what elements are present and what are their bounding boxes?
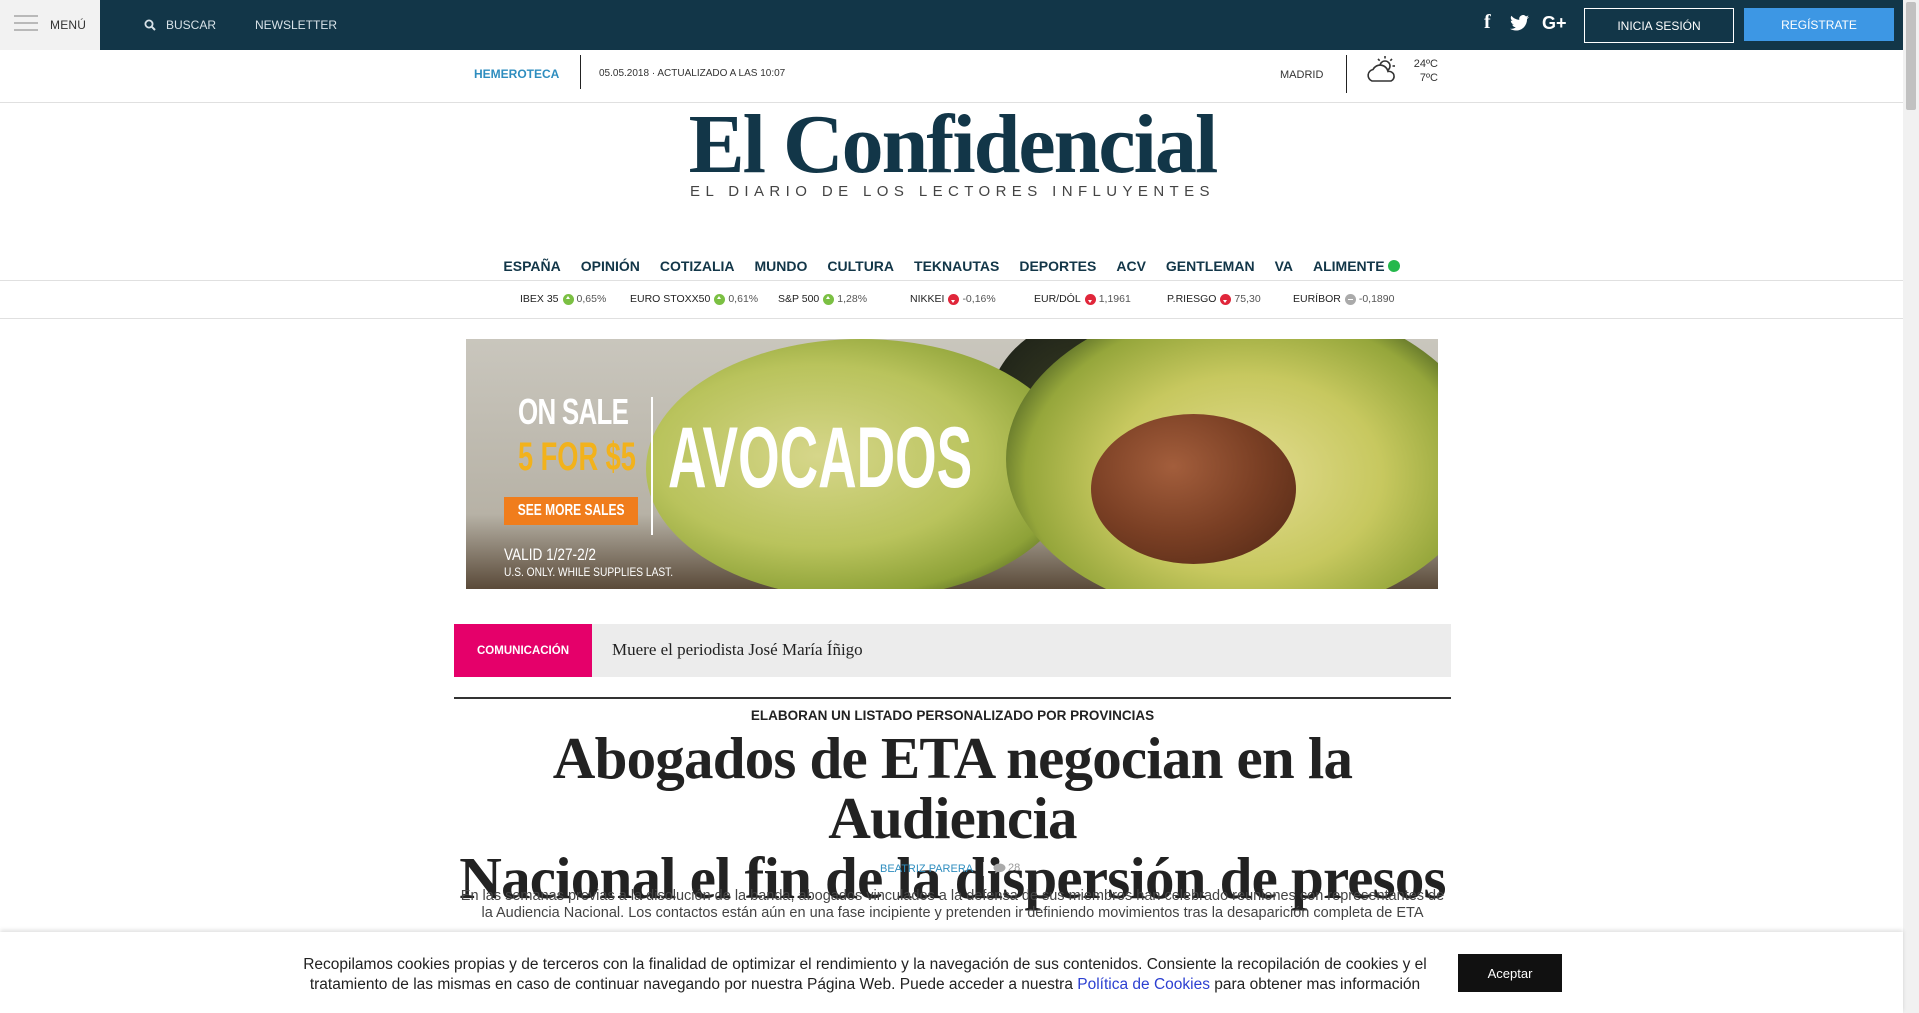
nav-item-gentleman[interactable]: GENTLEMAN [1156,252,1265,280]
menu-label[interactable]: MENÚ [50,18,86,32]
market-item-euribor[interactable]: EURÍBOR -0,1890 [1293,293,1394,305]
cookie-text-end: para obtener mas información [1209,976,1421,993]
ad-valid: VALID 1/27-2/2 [504,545,596,564]
article-divider [454,697,1451,699]
article-headline[interactable]: Abogados de ETA negocian en la Audiencia… [440,728,1465,908]
up-arrow-icon [823,293,835,305]
ad-on-sale: ON SALE [518,391,629,432]
ad-divider [651,397,653,535]
market-value: -0,16% [962,293,996,305]
market-item-ibex[interactable]: IBEX 35 0,65% [520,293,606,305]
ad-offer: 5 FOR $5 [518,435,636,479]
down-arrow-icon [948,293,960,305]
cookie-banner: Recopilamos cookies propias y de tercero… [0,932,1903,1013]
ad-cta-label[interactable]: SEE MORE SALES [518,502,625,520]
article-lead: En las semanas previas a la disolución d… [460,888,1445,921]
market-item-priesgo[interactable]: P.RIESGO 75,30 [1167,293,1261,305]
market-item-eurdol[interactable]: EUR/DÓL 1,1961 [1034,293,1131,305]
market-value: 75,30 [1234,293,1261,305]
avocado-seed-image [1091,414,1296,564]
hamburger-icon[interactable] [14,15,38,35]
market-value: 1,28% [837,293,868,305]
nav-item-opinion[interactable]: OPINIÓN [571,252,650,280]
twitter-icon[interactable] [1510,15,1529,36]
ad-product: AVOCADOS [668,410,973,506]
market-name: NIKKEI [910,293,945,305]
comments-count[interactable]: 28 [1008,862,1020,874]
breaking-news-strip[interactable]: COMUNICACIÓN Muere el periodista José Ma… [454,624,1451,677]
nav-item-va[interactable]: VA [1265,252,1303,280]
menu-button[interactable]: MENÚ [0,0,100,50]
market-value: 1,1961 [1098,293,1131,305]
temperature-low: 7ºC [1419,72,1438,84]
market-ticker: IBEX 35 0,65% EURO STOXX50 0,61% S&P 500… [0,281,1903,319]
market-value: -0,1890 [1358,293,1395,305]
scrollbar[interactable] [1903,0,1919,1013]
market-item-sp500[interactable]: S&P 500 1,28% [778,293,867,305]
headline-line[interactable]: Abogados de ETA negocian en la Audiencia [553,725,1353,851]
up-arrow-icon [714,293,726,305]
divider [1346,55,1347,93]
temperature-high: 24ºC [1413,58,1438,70]
green-dot-icon [1387,260,1400,272]
market-value: 0,65% [576,293,607,305]
nav-item-alimente[interactable]: ALIMENTE [1303,252,1410,280]
market-item-nikkei[interactable]: NIKKEI -0,16% [910,293,996,305]
search-link[interactable]: BUSCAR [144,18,216,32]
comment-icon [993,863,1006,873]
neutral-icon [1344,293,1356,305]
ad-note: U.S. ONLY. WHILE SUPPLIES LAST. [504,565,674,579]
register-button[interactable]: REGÍSTRATE [1744,8,1894,41]
article-kicker: ELABORAN UN LISTADO PERSONALIZADO POR PR… [750,708,1155,723]
market-name: P.RIESGO [1167,293,1217,305]
nav-item-espana[interactable]: ESPAÑA [493,252,570,280]
nav-item-teknautas[interactable]: TEKNAUTAS [904,252,1009,280]
divider [580,55,581,89]
byline-divider [983,862,984,876]
google-plus-icon[interactable]: G+ [1542,13,1567,34]
scrollbar-thumb[interactable] [1906,2,1916,110]
cookie-policy-link[interactable]: Política de Cookies [1077,976,1210,993]
market-item-eurostoxx[interactable]: EURO STOXX50 0,61% [630,293,758,305]
top-bar: MENÚ BUSCAR NEWSLETTER f G+ INICIA SESIÓ… [0,0,1903,50]
down-arrow-icon [1084,293,1096,305]
ad-banner[interactable]: ON SALE 5 FOR $5 SEE MORE SALES AVOCADOS… [466,339,1438,589]
cookie-text: Recopilamos cookies propias y de tercero… [280,955,1450,995]
facebook-icon[interactable]: f [1484,11,1491,34]
market-name: EURO STOXX50 [630,293,711,305]
ad-cta-button[interactable]: SEE MORE SALES [504,497,638,525]
search-icon [144,19,156,31]
nav-item-alimente-label[interactable]: ALIMENTE [1313,255,1385,277]
up-arrow-icon [562,293,574,305]
site-tagline: EL DIARIO DE LOS LECTORES INFLUYENTES [690,183,1215,200]
nav-item-acv[interactable]: ACV [1106,252,1156,280]
market-name: EURÍBOR [1293,293,1341,305]
author-link[interactable]: BEATRIZ PARERA [880,863,973,875]
down-arrow-icon [1220,293,1232,305]
nav-item-cultura[interactable]: CULTURA [817,252,904,280]
partly-cloudy-icon [1367,56,1395,82]
market-name: S&P 500 [778,293,820,305]
newsletter-link[interactable]: NEWSLETTER [255,18,337,32]
weather-city[interactable]: MADRID [1280,69,1323,81]
nav-item-mundo[interactable]: MUNDO [745,252,818,280]
market-value: 0,61% [728,293,759,305]
main-nav: ESPAÑA OPINIÓN COTIZALIA MUNDO CULTURA T… [0,252,1903,280]
comments-link[interactable]: 28 [993,862,1020,874]
market-name: EUR/DÓL [1034,293,1081,305]
search-label[interactable]: BUSCAR [166,18,216,32]
date-strip: HEMEROTECA 05.05.2018 · ACTUALIZADO A LA… [0,50,1903,103]
breaking-section-tag[interactable]: COMUNICACIÓN [454,624,592,677]
accept-cookies-button[interactable]: Aceptar [1458,954,1562,992]
nav-item-deportes[interactable]: DEPORTES [1009,252,1106,280]
hemeroteca-link[interactable]: HEMEROTECA [474,67,559,81]
update-date: 05.05.2018 · ACTUALIZADO A LAS 10:07 [599,68,786,79]
breaking-headline[interactable]: Muere el periodista José María Íñigo [612,640,863,660]
nav-item-cotizalia[interactable]: COTIZALIA [650,252,745,280]
site-logo[interactable]: El Confidencial [600,103,1305,187]
login-button[interactable]: INICIA SESIÓN [1584,8,1734,43]
market-name: IBEX 35 [520,293,559,305]
